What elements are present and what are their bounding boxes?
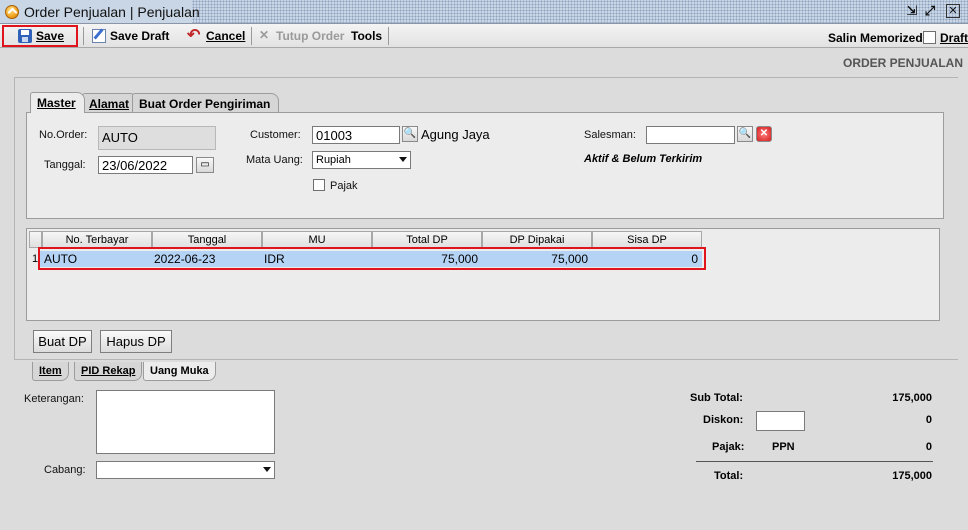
save-button[interactable]: Save [2, 25, 78, 47]
hapus-dp-button[interactable]: Hapus DP [100, 330, 172, 353]
column-header-tanggal[interactable]: Tanggal [152, 231, 262, 248]
toolbar-separator [251, 27, 252, 45]
column-header-no-terbayar[interactable]: No. Terbayar [42, 231, 152, 248]
tab-buat-order-label: Buat Order Pengiriman [139, 97, 271, 111]
tab-alamat-label: Alamat [89, 97, 130, 111]
tab-pid-rekap[interactable]: PID Rekap [74, 362, 143, 381]
cancel-button[interactable]: Cancel [186, 25, 247, 46]
tab-master[interactable]: Master [30, 92, 85, 113]
window-title: Order Penjualan | Penjualan [24, 4, 200, 20]
pajak-value: 0 [925, 441, 932, 453]
total-value: 175,000 [892, 470, 932, 482]
calendar-icon[interactable]: ▭ [196, 157, 214, 173]
toolbar-separator [388, 27, 389, 45]
restore-icon[interactable]: ⇲ [904, 4, 920, 20]
tools-label: Tools [351, 29, 383, 43]
clear-icon[interactable]: ✕ [756, 126, 772, 142]
tab-uang-muka[interactable]: Uang Muka [143, 362, 216, 381]
save-button-label: Save [36, 29, 65, 43]
buat-dp-label: Buat DP [38, 334, 87, 349]
save-draft-label: Save Draft [110, 29, 170, 43]
keterangan-label: Keterangan: [24, 393, 84, 405]
save-draft-button[interactable]: Save Draft [90, 26, 171, 46]
undo-icon [187, 25, 202, 45]
cancel-label: Cancel [206, 29, 246, 43]
form-title: ORDER PENJUALAN [843, 56, 964, 70]
chevron-down-icon [399, 157, 407, 162]
tanggal-label: Tanggal: [44, 159, 86, 171]
maximize-icon[interactable]: ⤢ [922, 4, 938, 20]
customer-name: Agung Jaya [421, 127, 490, 142]
salesman-field[interactable] [646, 126, 735, 144]
pajak-total-label: Pajak: [712, 441, 745, 453]
column-header-total-dp[interactable]: Total DP [372, 231, 482, 248]
chevron-down-icon [263, 467, 271, 472]
diskon-label: Diskon: [703, 414, 744, 426]
edit-document-icon [92, 29, 106, 43]
pajak-type: PPN [772, 441, 795, 453]
draft-checkbox[interactable] [923, 31, 936, 44]
tutup-order-button[interactable]: Tutup Order [256, 26, 346, 46]
tools-button[interactable]: Tools [349, 26, 384, 46]
sub-total-value: 175,000 [892, 392, 932, 404]
mata-uang-label: Mata Uang: [246, 154, 303, 166]
no-order-label: No.Order: [39, 129, 88, 141]
close-icon[interactable]: ✕ [946, 4, 960, 18]
cabang-select[interactable] [96, 461, 275, 479]
cabang-label: Cabang: [44, 464, 86, 476]
customer-code-field[interactable]: 01003 [312, 126, 400, 144]
tab-uang-muka-label: Uang Muka [150, 365, 209, 377]
mata-uang-value: Rupiah [316, 154, 351, 166]
salin-memorized-label[interactable]: Salin Memorized [828, 31, 923, 45]
keterangan-textarea[interactable] [96, 390, 275, 454]
row-highlight-box [38, 247, 706, 270]
status-text: Aktif & Belum Terkirim [584, 153, 703, 165]
diskon-field[interactable] [756, 411, 805, 431]
column-header-mu[interactable]: MU [262, 231, 372, 248]
tutup-order-label: Tutup Order [276, 29, 345, 43]
tanggal-field[interactable]: 23/06/2022 [98, 156, 193, 174]
tab-pid-rekap-label: PID Rekap [81, 365, 136, 377]
tab-item-label: Item [39, 365, 62, 377]
toolbar-separator [83, 27, 84, 45]
app-icon [5, 5, 19, 19]
salesman-label: Salesman: [584, 129, 636, 141]
no-order-field: AUTO [98, 126, 216, 150]
pajak-label: Pajak [330, 180, 358, 192]
column-header-dp-dipakai[interactable]: DP Dipakai [482, 231, 592, 248]
grid-corner-header [29, 231, 42, 248]
total-label: Total: [714, 470, 744, 482]
search-icon[interactable]: 🔍 [402, 126, 418, 142]
hapus-dp-label: Hapus DP [106, 334, 166, 349]
total-divider [696, 461, 933, 462]
column-header-sisa-dp[interactable]: Sisa DP [592, 231, 702, 248]
diskon-value: 0 [925, 414, 932, 426]
sub-total-label: Sub Total: [690, 392, 743, 404]
mata-uang-select[interactable]: Rupiah [312, 151, 411, 169]
tab-buat-order-pengiriman[interactable]: Buat Order Pengiriman [132, 93, 280, 113]
customer-label: Customer: [250, 129, 301, 141]
tab-item[interactable]: Item [32, 362, 69, 381]
floppy-disk-icon [18, 29, 32, 43]
buat-dp-button[interactable]: Buat DP [33, 330, 92, 353]
draft-label: Draft [940, 31, 968, 45]
pajak-checkbox[interactable] [313, 179, 325, 191]
close-x-icon [258, 28, 272, 43]
tab-master-label: Master [37, 96, 76, 110]
tab-alamat[interactable]: Alamat [82, 93, 139, 113]
search-icon[interactable]: 🔍 [737, 126, 753, 142]
